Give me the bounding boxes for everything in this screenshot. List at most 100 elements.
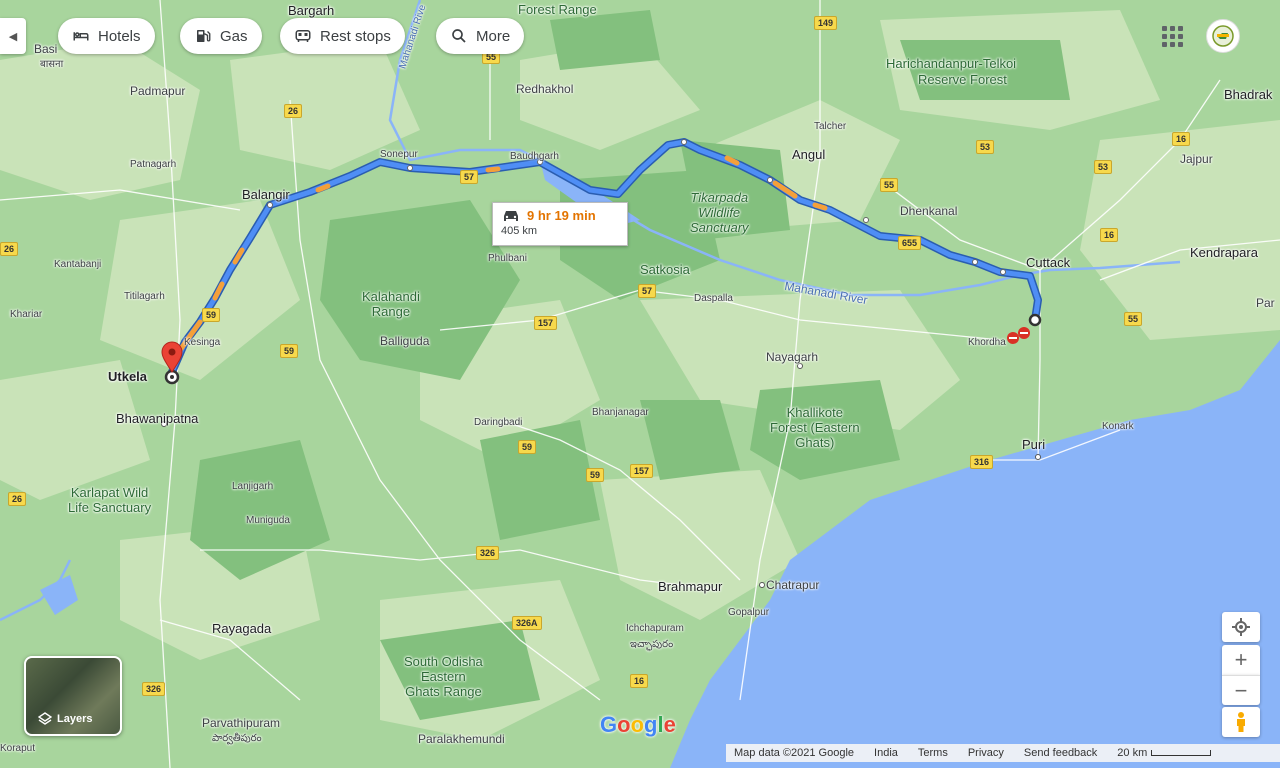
route-distance: 405 km — [501, 225, 538, 237]
place-label: పార్వతీపురం — [212, 733, 262, 744]
place-label: Karlapat Wild Life Sanctuary — [68, 485, 152, 515]
origin-label: Utkela — [108, 369, 148, 384]
crosshair-icon — [1232, 618, 1250, 636]
privacy-link[interactable]: Privacy — [968, 747, 1004, 759]
search-icon — [452, 29, 466, 43]
terms-link[interactable]: Terms — [918, 747, 948, 759]
gas-station-icon — [197, 30, 211, 42]
place-label: Khariar — [10, 309, 43, 320]
highway-shield: 316 — [970, 455, 994, 469]
highway-shield: 26 — [8, 492, 27, 506]
place-label: Daringbadi — [474, 417, 523, 428]
country-link[interactable]: India — [874, 747, 898, 759]
place-label: Kesinga — [184, 337, 221, 348]
zoom-in-button[interactable]: + — [1222, 645, 1260, 675]
place-label: Angul — [792, 147, 826, 162]
place-label: Konark — [1102, 421, 1134, 432]
map-canvas[interactable] — [0, 0, 1280, 768]
highway-shield: 26 — [0, 242, 19, 256]
gas-label: Gas — [220, 27, 248, 45]
apps-grid-icon[interactable] — [1160, 24, 1184, 48]
scale-bar[interactable]: 20 km — [1117, 747, 1212, 759]
highway-shield: 149 — [814, 16, 838, 30]
bed-icon — [73, 32, 89, 41]
street-view-button[interactable] — [1222, 707, 1260, 737]
place-label: Cuttack — [1026, 255, 1071, 270]
more-label: More — [476, 27, 511, 45]
place-label: Titilagarh — [124, 291, 165, 302]
place-label: Padmapur — [130, 84, 186, 98]
my-location-button[interactable] — [1222, 612, 1260, 642]
place-label: Sonepur — [380, 149, 418, 160]
chevron-left-icon: ◀ — [8, 30, 18, 43]
place-label: Daspalla — [694, 293, 733, 304]
place-label: Basi — [34, 42, 58, 56]
place-label: Rayagada — [212, 621, 272, 636]
place-label: Brahmapur — [658, 579, 723, 594]
zoom-out-button[interactable]: − — [1222, 675, 1260, 705]
highway-shield: 59 — [280, 344, 299, 358]
highway-shield: 16 — [1172, 132, 1191, 146]
place-label: Khordha — [968, 337, 1006, 348]
highway-shield: 16 — [1100, 228, 1119, 242]
google-logo: Google — [600, 712, 676, 737]
place-label: ఇచ్ఛాపురం — [630, 639, 674, 650]
rest-stop-icon — [295, 30, 311, 42]
plus-icon: + — [1234, 647, 1248, 672]
place-label: Paralakhemundi — [418, 732, 505, 746]
place-label: Baudhgarh — [510, 151, 559, 162]
rest-stops-label: Rest stops — [320, 27, 391, 45]
place-label: Jajpur — [1180, 152, 1213, 166]
map-data-attribution: Map data ©2021 Google — [734, 747, 855, 759]
place-label: Redhakhol — [516, 82, 574, 96]
gas-chip[interactable]: Gas — [180, 18, 262, 54]
collapse-panel-button[interactable]: ◀ — [0, 18, 26, 54]
place-label: Muniguda — [246, 515, 290, 526]
highway-shield: 59 — [586, 468, 605, 482]
place-label: Balangir — [242, 187, 290, 202]
layers-button[interactable]: Layers — [24, 656, 122, 736]
place-label: Bhanjanagar — [592, 407, 649, 418]
minus-icon: − — [1234, 677, 1248, 703]
place-label: Kantabanji — [54, 259, 102, 270]
place-label: Harichandanpur-Telkoi — [886, 56, 1017, 71]
place-label: Forest Range — [518, 2, 597, 17]
place-label: Dhenkanal — [900, 204, 958, 218]
place-label: Par — [1256, 296, 1275, 310]
place-label: Khallikote Forest (Eastern Ghats) — [770, 405, 860, 450]
place-label: Satkosia — [640, 262, 690, 277]
place-label: Chatrapur — [766, 578, 820, 592]
map-footer: Map data ©2021 Google India Terms Privac… — [726, 744, 1280, 762]
highway-shield: 326 — [142, 682, 166, 696]
highway-shield: 53 — [976, 140, 995, 154]
place-label: Bhawanipatna — [116, 411, 199, 426]
place-label: Bargarh — [288, 3, 335, 18]
car-icon — [504, 210, 518, 221]
more-chip[interactable]: More — [436, 18, 525, 54]
send-feedback-link[interactable]: Send feedback — [1024, 747, 1097, 759]
highway-shield: 16 — [630, 674, 649, 688]
place-label: Lanjigarh — [232, 481, 274, 492]
hotels-chip[interactable]: Hotels — [58, 18, 155, 54]
rest-stops-chip[interactable]: Rest stops — [280, 18, 405, 54]
place-label: Kalahandi Range — [362, 289, 420, 319]
highway-shield: 326A — [512, 616, 542, 630]
place-label: Puri — [1022, 437, 1046, 452]
layers-label: Layers — [57, 713, 93, 725]
highway-shield: 26 — [284, 104, 303, 118]
pegman-icon — [1237, 712, 1245, 732]
highway-shield: 655 — [898, 236, 922, 250]
place-label: Patnagarh — [130, 159, 177, 170]
hotels-label: Hotels — [98, 27, 141, 45]
place-label: Reserve Forest — [918, 72, 1007, 87]
destination-marker[interactable] — [1028, 313, 1042, 327]
place-label: Nayagarh — [766, 350, 819, 364]
avatar[interactable] — [1206, 19, 1240, 53]
highway-shield: 57 — [460, 170, 479, 184]
place-label: बासना — [40, 59, 64, 70]
place-label: Kendrapara — [1190, 245, 1258, 260]
route-info-box[interactable]: 9 hr 19 min 405 km — [492, 202, 628, 246]
highway-shield: 55 — [1124, 312, 1143, 326]
highway-shield: 157 — [630, 464, 654, 478]
layers-icon — [38, 712, 52, 725]
